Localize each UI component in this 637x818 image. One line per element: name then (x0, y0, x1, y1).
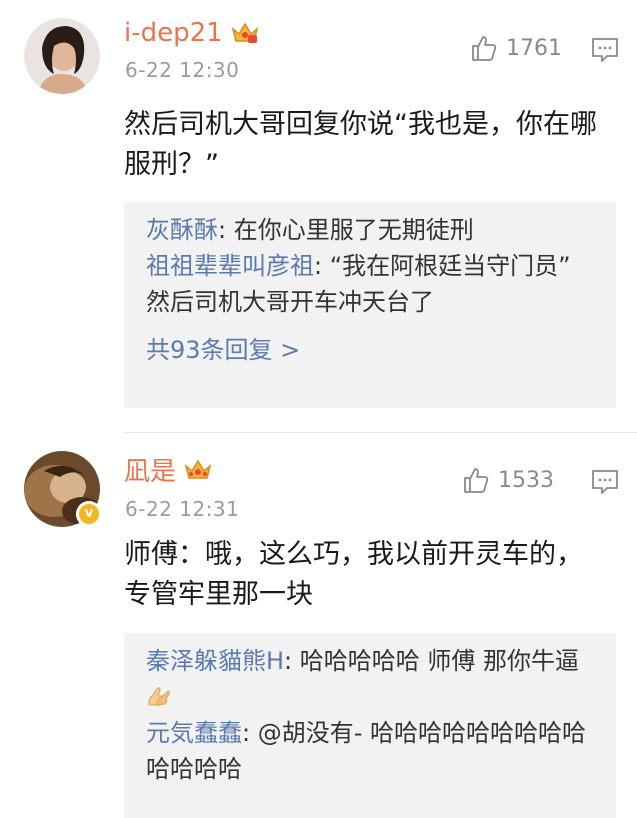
timestamp: 6-22 12:30 (125, 58, 240, 82)
thumbs-up-icon (464, 468, 489, 493)
reply-author[interactable]: 祖祖辈辈叫彦祖 (146, 252, 314, 280)
reply-author[interactable]: 灰酥酥 (146, 216, 218, 244)
comment-body: 师傅：哦，这么巧，我以前开灵车的，专管牢里那一块 (124, 539, 583, 610)
like-button[interactable]: 1761 (470, 34, 562, 62)
reply-box: 秦泽躲貓熊H: 哈哈哈哈哈 师傅 那你牛逼 元気蠢蠢: @胡没有- 哈哈哈哈哈哈… (124, 633, 616, 818)
verified-badge-icon: v (76, 501, 102, 527)
reply-item: 元気蠢蠢: @胡没有- 哈哈哈哈哈哈哈哈哈哈哈哈哈 (146, 719, 587, 783)
comment-2: v 凪是 6-22 12:31 1533 师傅：哦，这么巧，我以前开灵车的，专管… (0, 433, 637, 818)
like-count: 1761 (506, 35, 562, 61)
thumbs-up-icon (472, 36, 497, 61)
like-count: 1533 (498, 467, 554, 493)
reply-comment-icon[interactable] (590, 468, 620, 496)
reply-box: 灰酥酥: 在你心里服了无期徒刑 祖祖辈辈叫彦祖: “我在阿根廷当守门员” 然后司… (124, 202, 616, 408)
comment-body: 然后司机大哥回复你说“我也是，你在哪服刑？” (124, 109, 597, 180)
reply-comment-icon[interactable] (590, 36, 620, 64)
comment-1: i-dep21 6-22 12:30 1761 然后司机大哥回复你说“我也是，你… (0, 0, 637, 430)
username[interactable]: i-dep21 (124, 18, 259, 48)
reply-text: 哈哈哈哈哈 师傅 那你牛逼 (299, 647, 580, 675)
like-button[interactable]: 1533 (462, 466, 554, 494)
reply-item: 祖祖辈辈叫彦祖: “我在阿根廷当守门员” 然后司机大哥开车冲天台了 (146, 252, 571, 316)
reply-item: 秦泽躲貓熊H: 哈哈哈哈哈 师傅 那你牛逼 (146, 643, 596, 715)
timestamp: 6-22 12:31 (125, 497, 240, 521)
pray-hands-emoji (148, 687, 170, 706)
crown-icon (231, 22, 258, 43)
crown-icon (184, 459, 212, 479)
reply-author[interactable]: 秦泽躲貓熊H (146, 647, 284, 675)
reply-author[interactable]: 元気蠢蠢 (146, 719, 242, 747)
more-replies-link[interactable]: 共93条回复 > (146, 332, 596, 368)
username[interactable]: 凪是 (124, 451, 212, 488)
reply-item: 灰酥酥: 在你心里服了无期徒刑 (146, 216, 474, 244)
reply-text: 在你心里服了无期徒刑 (233, 216, 474, 244)
avatar[interactable] (24, 18, 100, 94)
